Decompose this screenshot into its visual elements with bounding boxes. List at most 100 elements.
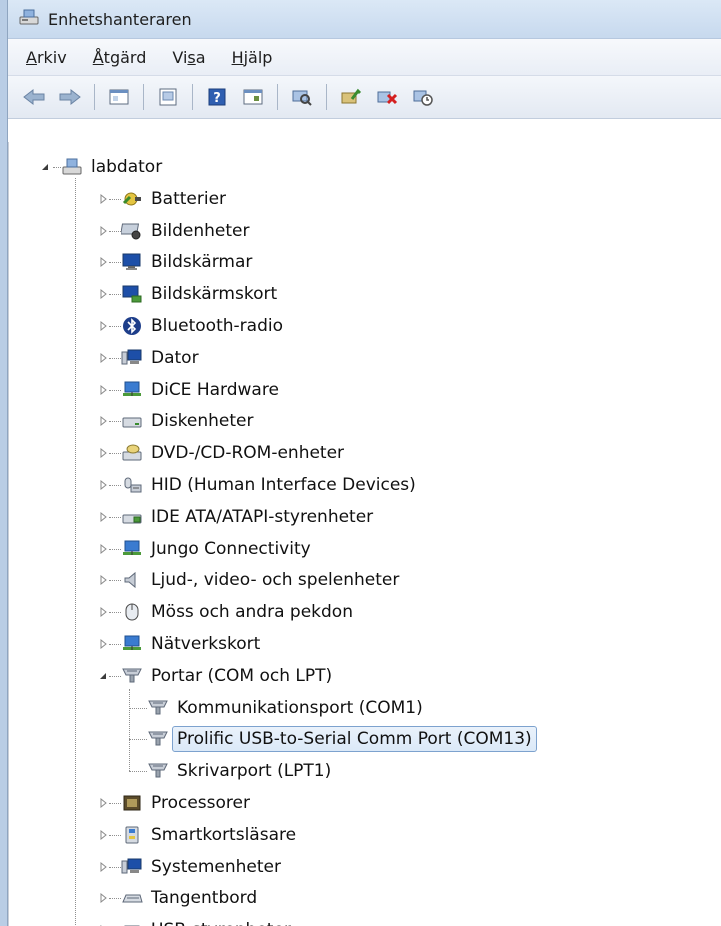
tree-item-label[interactable]: Kommunikationsport (COM1) (177, 698, 423, 718)
tree-root-labdator[interactable]: labdator (61, 152, 162, 182)
tree-line (109, 644, 121, 645)
tree-category-dice-hardware[interactable]: DiCE Hardware (121, 375, 279, 405)
tree-category-möss-och-andra-pekdon[interactable]: Möss och andra pekdon (121, 597, 353, 627)
tree-category-ljud-video-och-spelenheter[interactable]: Ljud-, video- och spelenheter (121, 565, 399, 595)
hid-icon (121, 475, 143, 495)
tree-category-diskenheter[interactable]: Diskenheter (121, 406, 254, 436)
tree-category-tangentbord[interactable]: Tangentbord (121, 883, 257, 913)
collapse-arrow-icon[interactable] (39, 161, 51, 173)
tree-item-label[interactable]: DiCE Hardware (151, 380, 279, 400)
computer-icon (121, 348, 143, 368)
expand-arrow-icon[interactable] (97, 511, 109, 523)
expand-arrow-icon[interactable] (97, 384, 109, 396)
toolbar-separator (192, 84, 193, 110)
tree-category-bildskärmar[interactable]: Bildskärmar (121, 247, 252, 277)
tree-category-processorer[interactable]: Processorer (121, 788, 250, 818)
tree-line (109, 866, 121, 868)
expand-arrow-icon[interactable] (97, 606, 109, 618)
tree-item-label[interactable]: labdator (91, 157, 162, 177)
expand-arrow-icon[interactable] (97, 320, 109, 332)
processor-icon (121, 793, 143, 813)
tree-line (109, 548, 121, 550)
tree-line (109, 421, 121, 423)
tree-category-dvd-cd-rom-enheter[interactable]: DVD-/CD-ROM-enheter (121, 438, 344, 468)
tree-item-label[interactable]: Processorer (151, 793, 250, 813)
tree-item-label[interactable]: Bildenheter (151, 221, 249, 241)
expand-arrow-icon[interactable] (97, 574, 109, 586)
menu-visa[interactable]: Visa (162, 44, 215, 71)
help-icon[interactable]: ? (204, 84, 230, 110)
device-tree[interactable]: labdator Batterier Bildenheter Bildskärmar B… (8, 142, 721, 926)
tree-item-label[interactable]: IDE ATA/ATAPI-styrenheter (151, 507, 373, 527)
tree-item-port[interactable]: Skrivarport (LPT1) (147, 756, 331, 786)
scan-hardware-icon[interactable] (289, 84, 315, 110)
tree-category-portar-com-och-lpt[interactable]: Portar (COM och LPT) (121, 661, 332, 691)
expand-arrow-icon[interactable] (97, 892, 109, 904)
tree-category-systemenheter[interactable]: Systemenheter (121, 852, 281, 882)
expand-arrow-icon[interactable] (97, 288, 109, 300)
tree-category-hid-human-interface-devices[interactable]: HID (Human Interface Devices) (121, 470, 416, 500)
tree-item-label[interactable]: HID (Human Interface Devices) (151, 475, 416, 495)
expand-arrow-icon[interactable] (97, 861, 109, 873)
disk-drive-icon (121, 411, 143, 431)
tree-category-usb-styrenheter[interactable]: USB-styrenheter (121, 915, 291, 926)
expand-arrow-icon[interactable] (97, 447, 109, 459)
tree-item-label[interactable]: Systemenheter (151, 857, 281, 877)
tree-item-label[interactable]: Skrivarport (LPT1) (177, 761, 331, 781)
tree-line (109, 389, 121, 391)
show-hide-tree-icon[interactable] (106, 84, 132, 110)
tree-item-selected-port[interactable]: Prolific USB-to-Serial Comm Port (COM13) (147, 724, 537, 754)
disable-device-icon[interactable] (410, 84, 436, 110)
tree-item-label[interactable]: Diskenheter (151, 411, 254, 431)
tree-item-label[interactable]: Smartkortsläsare (151, 825, 296, 845)
update-driver-icon[interactable] (338, 84, 364, 110)
expand-arrow-icon[interactable] (97, 352, 109, 364)
expand-arrow-icon[interactable] (97, 543, 109, 555)
toolbar-separator (326, 84, 327, 110)
expand-arrow-icon[interactable] (97, 797, 109, 809)
tree-item-label[interactable]: Jungo Connectivity (151, 539, 311, 559)
tree-category-jungo-connectivity[interactable]: Jungo Connectivity (121, 534, 311, 564)
tree-item-label[interactable]: Batterier (151, 189, 226, 209)
tree-category-bildenheter[interactable]: Bildenheter (121, 216, 249, 246)
toolbar-separator (277, 84, 278, 110)
tree-item-label[interactable]: Möss och andra pekdon (151, 602, 353, 622)
uninstall-icon[interactable] (374, 84, 400, 110)
expand-arrow-icon[interactable] (97, 225, 109, 237)
expand-arrow-icon[interactable] (97, 829, 109, 841)
forward-icon[interactable] (57, 84, 83, 110)
tree-item-label[interactable]: Bluetooth-radio (151, 316, 283, 336)
tree-item-label[interactable]: Dator (151, 348, 199, 368)
tree-item-label[interactable]: DVD-/CD-ROM-enheter (151, 443, 344, 463)
tree-item-label[interactable]: Portar (COM och LPT) (151, 666, 332, 686)
network-adapter-icon (121, 634, 143, 654)
back-icon[interactable] (21, 84, 47, 110)
tree-line (109, 294, 121, 296)
menu-hjalp[interactable]: Hjälp (222, 44, 283, 71)
expand-arrow-icon[interactable] (97, 479, 109, 491)
collapse-arrow-icon[interactable] (97, 670, 109, 682)
view-icon[interactable] (240, 84, 266, 110)
tree-item-label[interactable]: Prolific USB-to-Serial Comm Port (COM13) (172, 726, 537, 753)
tree-item-label[interactable]: Tangentbord (151, 888, 257, 908)
tree-item-label[interactable]: Bildskärmar (151, 252, 252, 272)
expand-arrow-icon[interactable] (97, 638, 109, 650)
tree-category-bildskärmskort[interactable]: Bildskärmskort (121, 279, 277, 309)
tree-category-dator[interactable]: Dator (121, 343, 199, 373)
properties-icon[interactable] (155, 84, 181, 110)
tree-item-label[interactable]: Nätverkskort (151, 634, 260, 654)
menu-atgard[interactable]: Åtgärd (83, 44, 157, 71)
tree-category-nätverkskort[interactable]: Nätverkskort (121, 629, 260, 659)
tree-category-bluetooth-radio[interactable]: Bluetooth-radio (121, 311, 283, 341)
tree-item-port[interactable]: Kommunikationsport (COM1) (147, 693, 423, 723)
tree-item-label[interactable]: Ljud-, video- och spelenheter (151, 570, 399, 590)
expand-arrow-icon[interactable] (97, 193, 109, 205)
menu-arkiv[interactable]: Arkiv (16, 44, 77, 71)
expand-arrow-icon[interactable] (97, 256, 109, 268)
tree-category-ide-ata-atapi-styrenheter[interactable]: IDE ATA/ATAPI-styrenheter (121, 502, 373, 532)
tree-item-label[interactable]: Bildskärmskort (151, 284, 277, 304)
tree-item-label[interactable]: USB-styrenheter (151, 920, 291, 926)
expand-arrow-icon[interactable] (97, 415, 109, 427)
tree-category-batterier[interactable]: Batterier (121, 184, 226, 214)
tree-category-smartkortsläsare[interactable]: Smartkortsläsare (121, 820, 296, 850)
